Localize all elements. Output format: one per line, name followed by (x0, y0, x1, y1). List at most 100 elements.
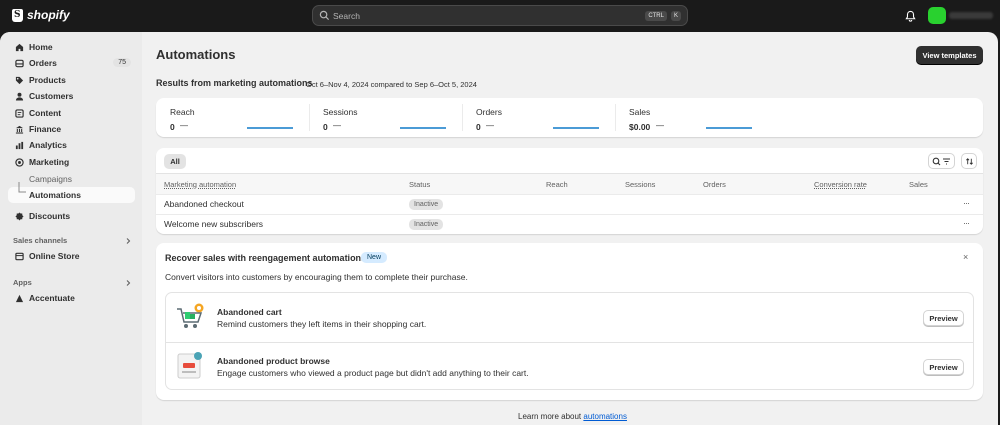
sort-icon (965, 157, 973, 165)
metric-value: $0.00 (629, 122, 651, 132)
sidebar-item-label: Orders (29, 58, 57, 68)
product-browse-illustration-icon (177, 352, 202, 379)
search-bar[interactable]: Search CTRL K (312, 5, 688, 26)
main-content: Automations View templates Results from … (142, 32, 998, 425)
bank-icon (11, 121, 27, 137)
automations-table-card: All Marketing automation Status Reach Se… (156, 148, 983, 234)
sidebar-item-label: Content (29, 108, 62, 118)
sidebar-item-accentuate[interactable]: Accentuate (8, 290, 135, 306)
automations-help-link[interactable]: automations (583, 412, 627, 421)
apps-title[interactable]: Apps (13, 278, 32, 287)
metric-sparkline (553, 127, 599, 129)
metric-value: 0 (170, 122, 175, 132)
results-title: Results from marketing automations (156, 78, 313, 88)
sidebar: Home Orders 75 Products Customers Conten… (0, 32, 142, 425)
sidebar-item-content[interactable]: Content (8, 105, 135, 121)
sidebar-item-home[interactable]: Home (8, 39, 135, 55)
store-icon (11, 248, 27, 264)
metric-orders[interactable]: Orders 0 — (462, 98, 615, 137)
store-name-redacted[interactable] (949, 12, 993, 19)
bell-icon[interactable] (905, 10, 916, 22)
metric-change: — (656, 121, 664, 130)
divider (166, 342, 973, 343)
sidebar-item-customers[interactable]: Customers (8, 88, 135, 104)
reengagement-card: Recover sales with reengagement automati… (156, 243, 983, 400)
target-icon (11, 154, 27, 170)
sidebar-item-label: Products (29, 75, 66, 85)
metric-sales[interactable]: Sales $0.00 — (615, 98, 768, 137)
sidebar-item-products[interactable]: Products (8, 72, 135, 88)
sidebar-item-analytics[interactable]: Analytics (8, 137, 135, 153)
metric-reach[interactable]: Reach 0 — (156, 98, 309, 137)
search-icon (319, 10, 330, 21)
new-badge: New (361, 252, 388, 263)
reengagement-subtitle: Convert visitors into customers by encou… (165, 272, 468, 282)
metric-value: 0 (476, 122, 481, 132)
template-description: Remind customers they left items in thei… (217, 319, 427, 329)
chart-icon (11, 137, 27, 153)
sidebar-item-label: Home (29, 42, 53, 52)
template-title: Abandoned cart (217, 307, 282, 317)
store-avatar[interactable] (928, 7, 946, 24)
column-header-conversion-rate[interactable]: Conversion rate (814, 180, 867, 189)
view-templates-button[interactable]: View templates (916, 46, 983, 64)
metric-change: — (333, 121, 341, 130)
preview-product-browse-button[interactable]: Preview (923, 359, 964, 375)
sidebar-item-orders[interactable]: Orders 75 (8, 55, 135, 71)
status-badge: Inactive (409, 199, 444, 210)
chevron-right-icon[interactable] (124, 279, 132, 287)
metric-sessions[interactable]: Sessions 0 — (309, 98, 462, 137)
shopify-logo[interactable]: shopify (12, 8, 70, 22)
sidebar-item-automations[interactable]: Automations (8, 187, 135, 203)
discount-icon (11, 208, 27, 224)
sidebar-item-online-store[interactable]: Online Store (8, 248, 135, 264)
sidebar-item-label: Customers (29, 91, 74, 101)
page-title: Automations (156, 47, 236, 62)
chevron-right-icon[interactable] (124, 237, 132, 245)
sidebar-item-finance[interactable]: Finance (8, 121, 135, 137)
table-row-name[interactable]: Welcome new subscribers (164, 219, 263, 229)
column-header-sales: Sales (909, 180, 928, 189)
more-actions-icon[interactable]: ··· (963, 218, 970, 228)
tag-icon (11, 72, 27, 88)
sales-channels-title[interactable]: Sales channels (13, 236, 67, 245)
reengagement-title: Recover sales with reengagement automati… (165, 253, 367, 263)
home-icon (11, 39, 27, 55)
learn-more-text: Learn more about (518, 412, 584, 421)
shortcut-key-k: K (670, 10, 681, 21)
metric-sparkline (247, 127, 293, 129)
top-bar: shopify Search CTRL K (0, 0, 1000, 32)
more-actions-icon[interactable]: ··· (963, 198, 970, 208)
template-description: Engage customers who viewed a product pa… (217, 368, 529, 378)
accentuate-icon (11, 290, 27, 306)
search-placeholder: Search (333, 10, 360, 21)
status-badge: Inactive (409, 219, 444, 230)
sidebar-item-label: Accentuate (29, 293, 75, 303)
orders-icon (11, 55, 27, 71)
divider (156, 194, 983, 195)
metric-change: — (180, 121, 188, 130)
sidebar-item-discounts[interactable]: Discounts (8, 208, 135, 224)
metric-label: Sessions (323, 107, 358, 117)
sidebar-item-label: Automations (29, 190, 81, 200)
sidebar-item-marketing[interactable]: Marketing (8, 154, 135, 170)
metrics-card: Reach 0 — Sessions 0 — Orders 0 — Sales … (156, 98, 983, 137)
orders-count-badge: 75 (113, 58, 131, 67)
shortcut-key-ctrl: CTRL (645, 10, 667, 21)
column-header-sessions: Sessions (625, 180, 656, 189)
tab-all[interactable]: All (164, 154, 186, 169)
sidebar-item-label: Finance (29, 124, 62, 134)
sidebar-item-label: Analytics (29, 140, 67, 150)
content-icon (11, 105, 27, 121)
close-icon[interactable]: × (963, 252, 968, 262)
preview-abandoned-cart-button[interactable]: Preview (923, 310, 964, 326)
results-date-range: Oct 6–Nov 4, 2024 compared to Sep 6–Oct … (306, 80, 477, 89)
person-icon (11, 88, 27, 104)
column-header-marketing-automation[interactable]: Marketing automation (164, 180, 236, 189)
search-filter-button[interactable] (928, 153, 955, 169)
sort-button[interactable] (961, 153, 977, 169)
sidebar-item-campaigns[interactable]: Campaigns (29, 174, 72, 184)
sidebar-item-label: Discounts (29, 211, 71, 221)
metric-label: Orders (476, 107, 502, 117)
table-row-name[interactable]: Abandoned checkout (164, 199, 244, 209)
